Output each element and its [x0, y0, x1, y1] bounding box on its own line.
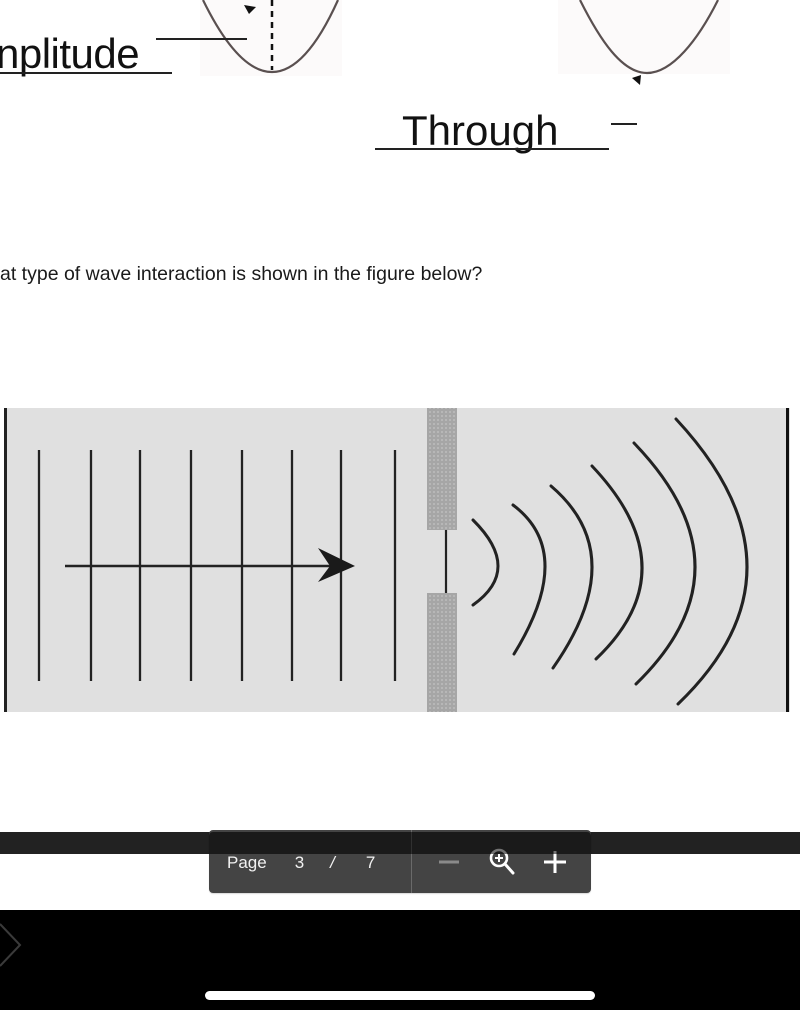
minus-icon — [438, 860, 459, 863]
zoom-fit-button[interactable] — [484, 844, 520, 880]
plus-icon — [543, 850, 566, 873]
total-pages: 7 — [365, 852, 376, 872]
chevron-right-icon[interactable] — [0, 922, 24, 968]
home-indicator[interactable] — [205, 991, 595, 1000]
zoom-out-button[interactable] — [431, 844, 467, 880]
trough-leader-line — [611, 123, 637, 125]
amplitude-label: nplitude — [0, 30, 140, 77]
wave-image-bg-right — [558, 0, 730, 74]
trough-arrowhead — [632, 75, 641, 85]
barrier-top — [427, 408, 457, 530]
wave-diagram-fragment: nplitude Through — [0, 0, 800, 160]
page-indicator[interactable]: Page 3 / 7 — [209, 830, 412, 893]
zoom-in-button[interactable] — [537, 844, 573, 880]
amplitude-underline — [0, 72, 172, 74]
wave-curves — [200, 0, 730, 85]
question-text: at type of wave interaction is shown in … — [0, 263, 483, 285]
diffraction-figure-svg — [4, 408, 790, 712]
page-label: Page — [227, 852, 267, 872]
page-separator: / — [330, 852, 335, 872]
diffraction-figure — [0, 406, 800, 712]
barrier-bottom — [427, 593, 457, 712]
pdf-toolbar: Page 3 / 7 — [209, 830, 591, 893]
current-page[interactable]: 3 — [295, 853, 304, 873]
zoom-controls — [412, 830, 591, 893]
amplitude-leader-line — [156, 38, 247, 40]
zoom-in-magnifier-icon — [489, 848, 514, 874]
trough-underline — [375, 148, 609, 150]
document-page: nplitude Through at type of wave interac… — [0, 0, 800, 832]
figure-background — [4, 408, 790, 712]
